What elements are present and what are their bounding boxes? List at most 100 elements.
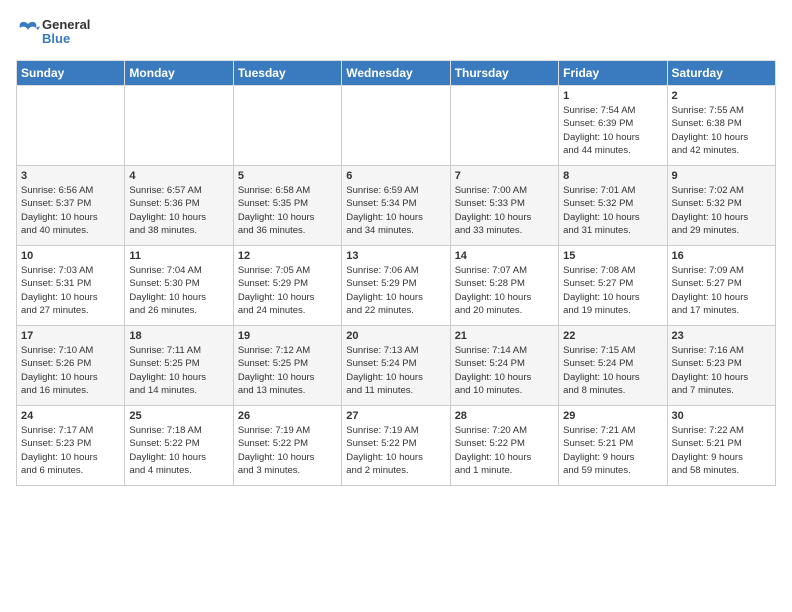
day-number: 2 <box>672 90 771 102</box>
day-number: 21 <box>455 330 554 342</box>
day-info: Sunrise: 6:58 AM Sunset: 5:35 PM Dayligh… <box>238 184 337 237</box>
day-info: Sunrise: 7:54 AM Sunset: 6:39 PM Dayligh… <box>563 104 662 157</box>
header-row: SundayMondayTuesdayWednesdayThursdayFrid… <box>17 61 776 86</box>
calendar-cell: 20 Sunrise: 7:13 AM Sunset: 5:24 PM Dayli… <box>342 326 450 406</box>
day-info: Sunrise: 7:00 AM Sunset: 5:33 PM Dayligh… <box>455 184 554 237</box>
day-info: Sunrise: 7:55 AM Sunset: 6:38 PM Dayligh… <box>672 104 771 157</box>
logo-container: General Blue <box>16 16 90 48</box>
week-row: 10 Sunrise: 7:03 AM Sunset: 5:31 PM Dayli… <box>17 246 776 326</box>
calendar-cell <box>17 86 125 166</box>
weekday-header: Monday <box>125 61 233 86</box>
day-info: Sunrise: 7:04 AM Sunset: 5:30 PM Dayligh… <box>129 264 228 317</box>
calendar-cell: 23Sunrise: 7:16 AM Sunset: 5:23 PM Dayli… <box>667 326 775 406</box>
calendar-cell <box>342 86 450 166</box>
day-info: Sunrise: 7:22 AM Sunset: 5:21 PM Dayligh… <box>672 424 771 477</box>
calendar-cell: 13 Sunrise: 7:06 AM Sunset: 5:29 PM Dayli… <box>342 246 450 326</box>
weekday-header: Thursday <box>450 61 558 86</box>
day-number: 22 <box>563 330 662 342</box>
day-number: 30 <box>672 410 771 422</box>
day-number: 17 <box>21 330 120 342</box>
calendar-cell: 12 Sunrise: 7:05 AM Sunset: 5:29 PM Dayli… <box>233 246 341 326</box>
day-info: Sunrise: 7:11 AM Sunset: 5:25 PM Dayligh… <box>129 344 228 397</box>
day-info: Sunrise: 7:19 AM Sunset: 5:22 PM Dayligh… <box>238 424 337 477</box>
calendar-cell: 7 Sunrise: 7:00 AM Sunset: 5:33 PM Daylig… <box>450 166 558 246</box>
calendar-cell: 10 Sunrise: 7:03 AM Sunset: 5:31 PM Dayli… <box>17 246 125 326</box>
week-row: 1 Sunrise: 7:54 AM Sunset: 6:39 PM Daylig… <box>17 86 776 166</box>
day-number: 11 <box>129 250 228 262</box>
day-number: 13 <box>346 250 445 262</box>
calendar-cell: 24Sunrise: 7:17 AM Sunset: 5:23 PM Dayli… <box>17 406 125 486</box>
day-info: Sunrise: 7:15 AM Sunset: 5:24 PM Dayligh… <box>563 344 662 397</box>
week-row: 17 Sunrise: 7:10 AM Sunset: 5:26 PM Dayli… <box>17 326 776 406</box>
week-row: 24Sunrise: 7:17 AM Sunset: 5:23 PM Dayli… <box>17 406 776 486</box>
calendar-cell: 29 Sunrise: 7:21 AM Sunset: 5:21 PM Dayli… <box>559 406 667 486</box>
calendar-cell: 9 Sunrise: 7:02 AM Sunset: 5:32 PM Daylig… <box>667 166 775 246</box>
day-info: Sunrise: 7:13 AM Sunset: 5:24 PM Dayligh… <box>346 344 445 397</box>
calendar-cell: 28Sunrise: 7:20 AM Sunset: 5:22 PM Dayli… <box>450 406 558 486</box>
calendar-cell: 1 Sunrise: 7:54 AM Sunset: 6:39 PM Daylig… <box>559 86 667 166</box>
calendar-cell: 25 Sunrise: 7:18 AM Sunset: 5:22 PM Dayli… <box>125 406 233 486</box>
logo-text-general: General <box>42 18 90 32</box>
calendar-cell: 4Sunrise: 6:57 AM Sunset: 5:36 PM Daylig… <box>125 166 233 246</box>
day-info: Sunrise: 7:01 AM Sunset: 5:32 PM Dayligh… <box>563 184 662 237</box>
day-number: 14 <box>455 250 554 262</box>
day-info: Sunrise: 7:12 AM Sunset: 5:25 PM Dayligh… <box>238 344 337 397</box>
day-number: 10 <box>21 250 120 262</box>
day-info: Sunrise: 7:10 AM Sunset: 5:26 PM Dayligh… <box>21 344 120 397</box>
logo-text-blue: Blue <box>42 32 90 46</box>
calendar-cell: 18 Sunrise: 7:11 AM Sunset: 5:25 PM Dayli… <box>125 326 233 406</box>
day-info: Sunrise: 7:16 AM Sunset: 5:23 PM Dayligh… <box>672 344 771 397</box>
day-info: Sunrise: 7:02 AM Sunset: 5:32 PM Dayligh… <box>672 184 771 237</box>
calendar-cell: 19 Sunrise: 7:12 AM Sunset: 5:25 PM Dayli… <box>233 326 341 406</box>
weekday-header: Tuesday <box>233 61 341 86</box>
weekday-header: Sunday <box>17 61 125 86</box>
calendar-cell: 27 Sunrise: 7:19 AM Sunset: 5:22 PM Dayli… <box>342 406 450 486</box>
day-number: 12 <box>238 250 337 262</box>
day-info: Sunrise: 7:19 AM Sunset: 5:22 PM Dayligh… <box>346 424 445 477</box>
day-number: 27 <box>346 410 445 422</box>
day-info: Sunrise: 7:20 AM Sunset: 5:22 PM Dayligh… <box>455 424 554 477</box>
day-info: Sunrise: 7:07 AM Sunset: 5:28 PM Dayligh… <box>455 264 554 317</box>
day-number: 20 <box>346 330 445 342</box>
day-info: Sunrise: 7:06 AM Sunset: 5:29 PM Dayligh… <box>346 264 445 317</box>
calendar-cell: 30 Sunrise: 7:22 AM Sunset: 5:21 PM Dayli… <box>667 406 775 486</box>
day-number: 15 <box>563 250 662 262</box>
calendar-cell: 8Sunrise: 7:01 AM Sunset: 5:32 PM Daylig… <box>559 166 667 246</box>
day-info: Sunrise: 6:56 AM Sunset: 5:37 PM Dayligh… <box>21 184 120 237</box>
calendar-cell: 6Sunrise: 6:59 AM Sunset: 5:34 PM Daylig… <box>342 166 450 246</box>
day-number: 26 <box>238 410 337 422</box>
calendar-cell <box>125 86 233 166</box>
day-number: 18 <box>129 330 228 342</box>
calendar-cell: 26 Sunrise: 7:19 AM Sunset: 5:22 PM Dayli… <box>233 406 341 486</box>
day-number: 6 <box>346 170 445 182</box>
day-number: 16 <box>672 250 771 262</box>
day-info: Sunrise: 7:09 AM Sunset: 5:27 PM Dayligh… <box>672 264 771 317</box>
day-info: Sunrise: 7:17 AM Sunset: 5:23 PM Dayligh… <box>21 424 120 477</box>
calendar-cell: 16 Sunrise: 7:09 AM Sunset: 5:27 PM Dayli… <box>667 246 775 326</box>
logo: General Blue <box>16 16 90 48</box>
weekday-header: Saturday <box>667 61 775 86</box>
day-info: Sunrise: 6:57 AM Sunset: 5:36 PM Dayligh… <box>129 184 228 237</box>
day-info: Sunrise: 7:03 AM Sunset: 5:31 PM Dayligh… <box>21 264 120 317</box>
calendar-cell: 11 Sunrise: 7:04 AM Sunset: 5:30 PM Dayli… <box>125 246 233 326</box>
weekday-header: Friday <box>559 61 667 86</box>
week-row: 3Sunrise: 6:56 AM Sunset: 5:37 PM Daylig… <box>17 166 776 246</box>
header: General Blue <box>16 16 776 48</box>
calendar-cell: 17 Sunrise: 7:10 AM Sunset: 5:26 PM Dayli… <box>17 326 125 406</box>
day-info: Sunrise: 7:18 AM Sunset: 5:22 PM Dayligh… <box>129 424 228 477</box>
day-number: 19 <box>238 330 337 342</box>
calendar-cell: 3Sunrise: 6:56 AM Sunset: 5:37 PM Daylig… <box>17 166 125 246</box>
day-number: 1 <box>563 90 662 102</box>
day-number: 7 <box>455 170 554 182</box>
day-info: Sunrise: 7:08 AM Sunset: 5:27 PM Dayligh… <box>563 264 662 317</box>
day-info: Sunrise: 7:21 AM Sunset: 5:21 PM Dayligh… <box>563 424 662 477</box>
calendar-table: SundayMondayTuesdayWednesdayThursdayFrid… <box>16 60 776 486</box>
day-number: 5 <box>238 170 337 182</box>
day-number: 25 <box>129 410 228 422</box>
day-info: Sunrise: 7:14 AM Sunset: 5:24 PM Dayligh… <box>455 344 554 397</box>
day-number: 29 <box>563 410 662 422</box>
calendar-cell: 2 Sunrise: 7:55 AM Sunset: 6:38 PM Daylig… <box>667 86 775 166</box>
logo-bird-icon <box>16 16 40 48</box>
day-number: 9 <box>672 170 771 182</box>
day-info: Sunrise: 7:05 AM Sunset: 5:29 PM Dayligh… <box>238 264 337 317</box>
